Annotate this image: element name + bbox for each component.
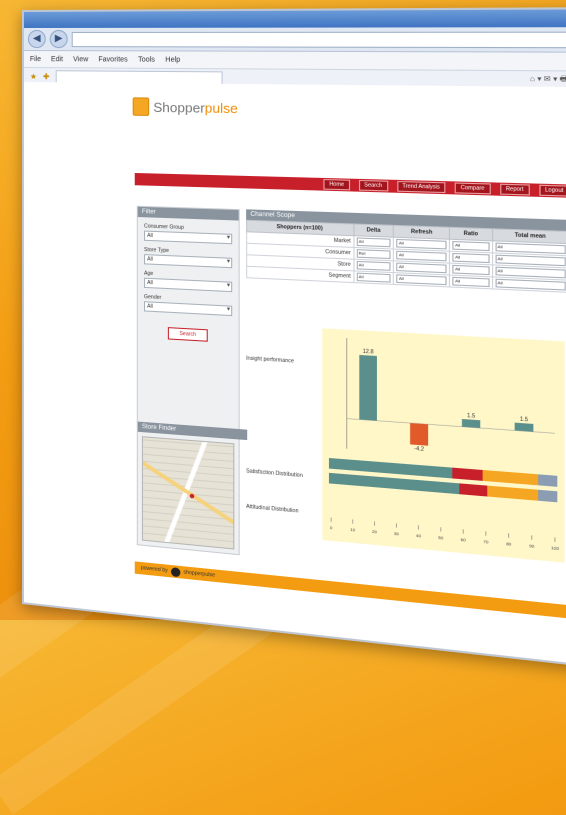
scale-tick-label: 30 — [394, 531, 400, 537]
bar-data-label: 12.8 — [363, 349, 374, 356]
scope-table: Shoppers (n=100) Delta Refresh Ratio Tot… — [246, 220, 566, 293]
store-map[interactable]: ● — [141, 436, 235, 550]
cell-select[interactable]: All — [452, 264, 490, 276]
chart-label-attitudinal: Attitudinal Distribution — [246, 503, 299, 515]
browser-window: ◀ ▶ File Edit View Favorites Tools Help … — [22, 7, 566, 667]
back-icon[interactable]: ◀ — [27, 29, 46, 49]
menu-tools[interactable]: Tools — [138, 56, 155, 63]
main-content: Channel Scope Shoppers (n=100) Delta Ref… — [246, 209, 566, 585]
nav-compare[interactable]: Compare — [454, 182, 491, 195]
command-bar-icons[interactable]: ⌂ ▾ ✉ ▾ 🖶 ▾ — [530, 74, 566, 86]
cell-select[interactable]: All — [356, 272, 391, 283]
scale-tick-label: 80 — [506, 541, 512, 547]
menu-edit[interactable]: Edit — [51, 56, 63, 63]
cell-select[interactable]: All — [356, 237, 391, 248]
scale-tick-label: 70 — [483, 539, 489, 545]
nav-search[interactable]: Search — [358, 179, 388, 192]
brand-name-b: pulse — [204, 99, 238, 116]
scale-tick-label: 20 — [372, 529, 378, 535]
consumer-group-select[interactable]: All — [144, 230, 233, 245]
filter-gender: Gender All — [144, 294, 233, 317]
brand-name-a: Shopper — [153, 99, 205, 116]
scale-tick-label: 10 — [350, 527, 356, 533]
nav-toolbar: ◀ ▶ — [23, 27, 566, 53]
brand-logo[interactable]: Shopperpulse — [132, 97, 238, 117]
filter-consumer-group: Consumer Group All — [144, 223, 233, 245]
nav-report[interactable]: Report — [499, 183, 530, 196]
web-page: Shopperpulse Home Search Trend Analysis … — [23, 82, 566, 665]
stacked-segment — [486, 485, 539, 501]
scale-tick-label: 0 — [330, 525, 333, 531]
menu-file[interactable]: File — [30, 56, 41, 63]
map-pin-icon[interactable]: ● — [189, 490, 195, 502]
filter-sidebar: Filter Consumer Group All Store Type All… — [136, 205, 248, 556]
stacked-segment — [452, 467, 483, 481]
cell-select[interactable]: All — [495, 242, 566, 255]
scale-tick-label: 50 — [438, 535, 444, 541]
filter-store-type: Store Type All — [144, 247, 233, 269]
scale-tick-label: 100 — [551, 545, 560, 551]
bar-data-label: 1.5 — [467, 413, 475, 420]
forward-icon[interactable]: ▶ — [49, 29, 68, 49]
cell-select[interactable]: Ret — [356, 249, 391, 260]
search-button[interactable]: Search — [167, 327, 208, 342]
chart-label-satisfaction: Satisfaction Distribution — [246, 468, 303, 480]
cell-select[interactable]: All — [356, 260, 391, 271]
nav-trend-analysis[interactable]: Trend Analysis — [396, 180, 446, 194]
main-nav: Home Search Trend Analysis Compare Repor… — [134, 172, 566, 198]
filter-age: Age All — [144, 270, 233, 293]
cell-select[interactable]: All — [452, 252, 490, 264]
menu-help[interactable]: Help — [165, 56, 180, 63]
scale-axis: 0 10 20 30 40 50 60 70 80 90 100 — [330, 517, 560, 551]
scale-tick-label: 90 — [529, 543, 535, 549]
menu-favorites[interactable]: Favorites — [98, 56, 127, 63]
menu-view[interactable]: View — [73, 56, 88, 63]
filter-title: Filter — [137, 206, 239, 221]
stacked-segment — [482, 469, 539, 486]
stacked-segment — [459, 483, 487, 497]
cell-select[interactable]: All — [452, 241, 490, 252]
footer-text: powered by — [140, 565, 168, 574]
bar — [359, 354, 377, 421]
bar-data-label: -4.2 — [414, 446, 424, 453]
cell-select[interactable]: All — [396, 274, 447, 286]
stacked-segment — [538, 474, 558, 487]
bar — [410, 423, 429, 446]
footer-brand: shopperpulse — [183, 569, 216, 579]
scale-tick-label: 60 — [461, 537, 467, 543]
title-bar — [23, 9, 566, 28]
cell-select[interactable]: All — [396, 238, 447, 250]
star-icon[interactable]: ★ — [30, 72, 37, 81]
bar-chart: 12.8 -4.2 1.5 1.5 — [322, 328, 564, 453]
chart-label-performance: Insight performance — [246, 355, 294, 365]
scale-tick-label: 40 — [416, 533, 422, 539]
cell-select[interactable]: All — [396, 250, 447, 262]
footer-logo-icon — [170, 566, 181, 577]
cell-select[interactable]: All — [396, 262, 447, 274]
shopping-bag-icon — [132, 97, 150, 116]
add-favorite-icon[interactable]: ✚ — [43, 72, 50, 81]
bar — [461, 418, 481, 428]
nav-logout[interactable]: Logout — [539, 184, 566, 197]
nav-home[interactable]: Home — [323, 179, 350, 191]
cell-select[interactable]: All — [452, 276, 490, 288]
cell-select[interactable]: All — [495, 278, 566, 291]
stacked-segment — [538, 489, 558, 503]
bar — [514, 422, 534, 432]
bar-data-label: 1.5 — [520, 416, 529, 423]
chart-area: 12.8 -4.2 1.5 1.5 0 10 20 30 40 50 60 70 80 90 100 — [322, 328, 565, 563]
address-bar[interactable] — [71, 31, 566, 48]
